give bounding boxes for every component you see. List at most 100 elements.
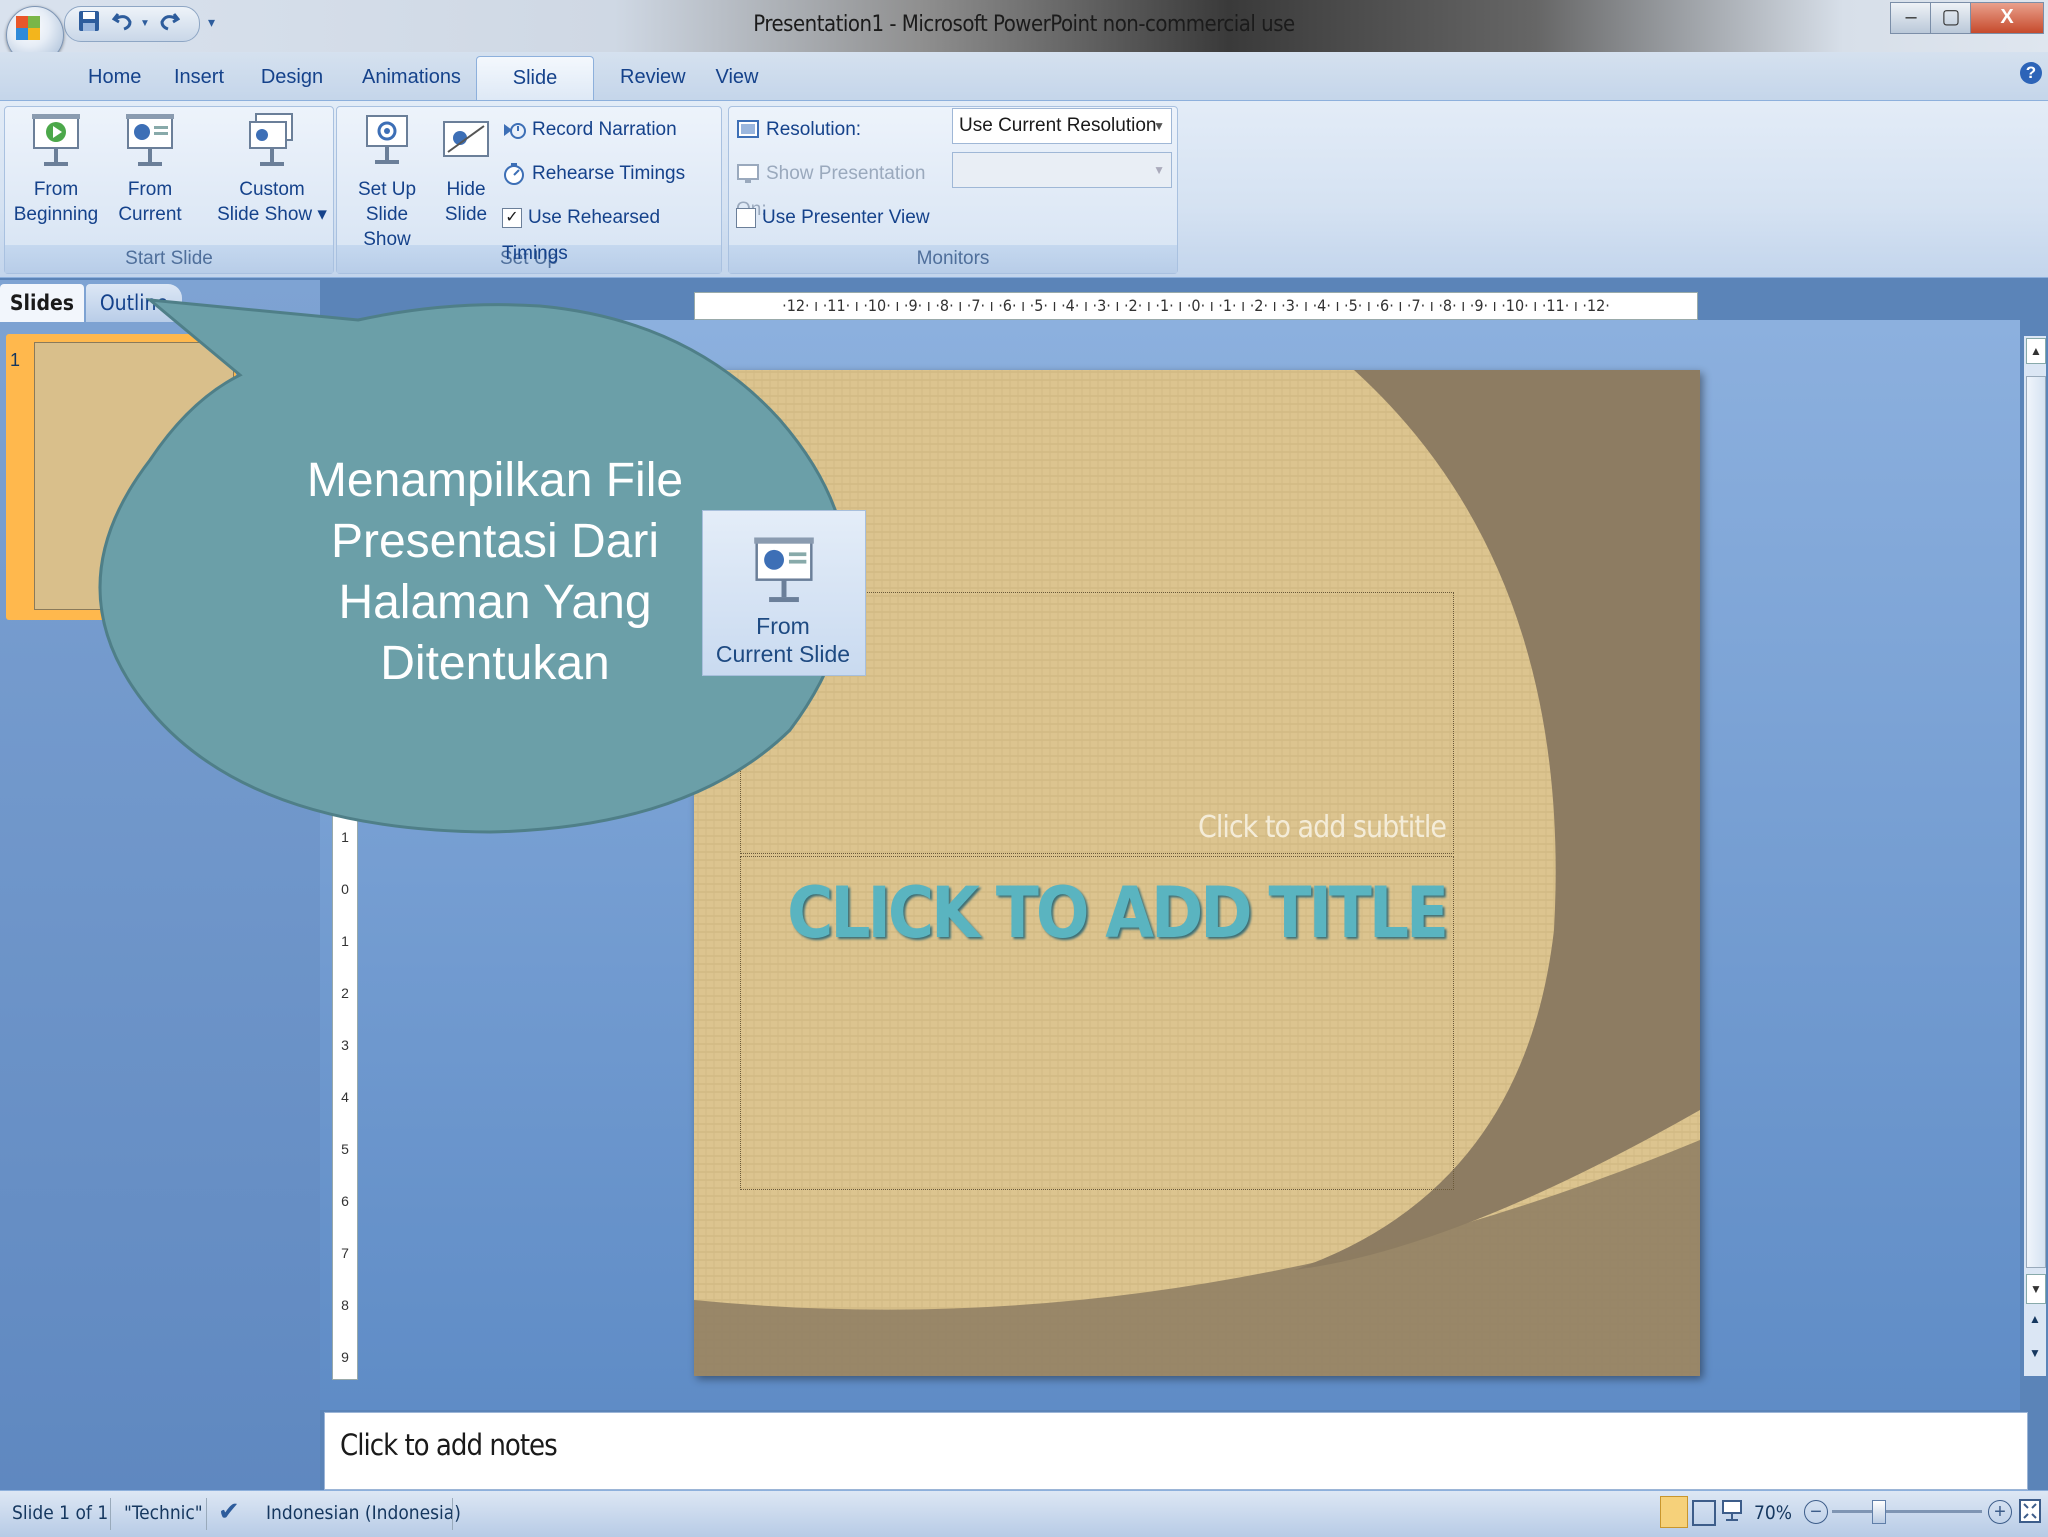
custom-label-2: Slide Show ▾ [217, 204, 327, 225]
slide-sorter-icon[interactable] [1692, 1500, 1716, 1526]
previous-slide-icon[interactable]: ▲ [2026, 1312, 2044, 1334]
v-tick: 8 [341, 1297, 349, 1313]
rehearse-timings-icon [504, 162, 524, 185]
resolution-icon [737, 119, 759, 138]
presenter-view-checkbox[interactable] [736, 207, 756, 228]
tab-home[interactable]: Home [78, 56, 148, 98]
tab-slides[interactable]: Slides [0, 284, 84, 322]
minimize-button[interactable]: – [1890, 2, 1932, 34]
v-tick: 9 [341, 1349, 349, 1365]
from-beginning-label-1: From [33, 179, 79, 200]
normal-view-icon[interactable] [1660, 1496, 1688, 1528]
status-slide-count: Slide 1 of 1 [12, 1502, 109, 1524]
vertical-ruler-ticks: 1 0 1 2 3 4 5 6 7 8 9 [335, 811, 355, 1383]
spelling-check-icon[interactable]: ✔ [218, 1496, 240, 1527]
title-placeholder-text: CLICK TO ADD TITLE [787, 872, 1449, 954]
v-tick: 1 [341, 933, 349, 949]
status-theme: "Technic" [124, 1502, 203, 1524]
tab-view[interactable]: View [704, 56, 770, 98]
custom-show-icon [249, 113, 293, 166]
resolution-dropdown[interactable]: Use Current Resolution ▼ [952, 108, 1172, 144]
v-tick: 2 [341, 985, 349, 1001]
zoom-out-icon[interactable]: − [1804, 1500, 1828, 1524]
customize-qat-icon[interactable]: ▾ [208, 14, 215, 31]
slide-number: 1 [10, 350, 21, 370]
chevron-down-icon: ▼ [1153, 119, 1165, 133]
show-on-label-row: Show Presentation On: [736, 156, 950, 220]
from-beginning-button[interactable]: From Beginning [10, 112, 102, 227]
zoom-slider-thumb[interactable] [1872, 1500, 1886, 1524]
notes-pane[interactable] [324, 1412, 2028, 1490]
tab-review[interactable]: Review [610, 56, 690, 98]
chevron-down-icon: ▼ [1153, 163, 1165, 177]
rehearse-timings-button[interactable]: Rehearse Timings [502, 156, 716, 192]
from-current-label-2: Current [118, 204, 182, 225]
scroll-down-icon[interactable]: ▼ [2026, 1274, 2046, 1304]
v-tick: 4 [341, 1089, 349, 1105]
scroll-thumb[interactable] [2026, 376, 2046, 1268]
hide-label-1: Hide [446, 179, 486, 200]
zoom-slider-track[interactable] [1832, 1510, 1982, 1513]
v-tick: 0 [341, 881, 349, 897]
projector-play-icon [32, 114, 80, 166]
callout-text: Menampilkan File Presentasi Dari Halaman… [306, 454, 684, 690]
use-rehearsed-checkbox[interactable]: ✓ [502, 207, 522, 228]
restore-button[interactable]: ▢ [1930, 2, 1972, 34]
show-on-dropdown[interactable]: ▼ [952, 152, 1172, 188]
use-presenter-view-option[interactable]: Use Presenter View [736, 200, 996, 236]
zoom-in-icon[interactable]: + [1988, 1500, 2012, 1524]
projector-chart-icon [126, 114, 174, 166]
fit-to-window-icon[interactable] [2018, 1498, 2042, 1524]
tab-insert[interactable]: Insert [164, 56, 234, 98]
tab-animations[interactable]: Animations [352, 56, 464, 98]
scroll-up-icon[interactable]: ▲ [2026, 338, 2046, 364]
save-icon[interactable] [78, 10, 100, 32]
undo-dropdown-icon[interactable]: ▼ [140, 18, 150, 29]
custom-label-1: Custom [239, 179, 305, 200]
next-slide-icon[interactable]: ▼ [2026, 1346, 2044, 1368]
tab-design[interactable]: Design [250, 56, 334, 98]
from-current-slide-button[interactable]: From Current [102, 112, 198, 227]
close-button[interactable]: X [1970, 2, 2044, 34]
v-tick: 6 [341, 1193, 349, 1209]
use-rehearsed-timings-option[interactable]: ✓ Use Rehearsed Timings [502, 200, 716, 264]
zoom-label-line-1: From [756, 613, 810, 639]
v-tick: 5 [341, 1141, 349, 1157]
resolution-label: Resolution: [766, 119, 862, 140]
slide-show-view-icon[interactable] [1722, 1500, 1742, 1522]
setup-show-icon [366, 115, 408, 164]
status-divider [206, 1498, 207, 1530]
setup-label-1: Set Up [357, 179, 417, 200]
v-tick: 3 [341, 1037, 349, 1053]
zoom-label-line-2: Current Slide [715, 641, 851, 667]
record-narration-label: Record Narration [532, 119, 677, 140]
from-beginning-label-2: Beginning [13, 204, 99, 225]
help-icon[interactable]: ? [2020, 62, 2042, 84]
hide-slide-icon [443, 121, 489, 157]
record-narration-icon [504, 122, 526, 139]
rehearse-timings-label: Rehearse Timings [532, 163, 686, 184]
tab-slide-show[interactable]: Slide Show [476, 56, 594, 131]
office-logo-icon [16, 16, 40, 40]
status-language[interactable]: Indonesian (Indonesia) [266, 1502, 461, 1524]
custom-slide-show-button[interactable]: Custom Slide Show ▾ [216, 112, 328, 227]
group-label: Start Slide [5, 245, 333, 273]
zoom-level[interactable]: 70% [1754, 1502, 1792, 1524]
undo-icon[interactable] [111, 10, 134, 32]
monitor-icon [737, 163, 759, 183]
hide-label-2: Slide [444, 204, 488, 225]
group-label: Monitors [729, 245, 1177, 273]
projector-chart-icon [754, 537, 814, 603]
status-divider [452, 1498, 453, 1530]
record-narration-button[interactable]: Record Narration [502, 112, 716, 148]
notes-placeholder: Click to add notes [340, 1428, 558, 1462]
redo-icon[interactable] [158, 10, 181, 32]
v-tick: 7 [341, 1245, 349, 1261]
set-up-slide-show-button[interactable]: Set Up Slide Show [340, 112, 434, 252]
setup-label-2: Slide Show [363, 204, 411, 250]
hide-slide-button[interactable]: Hide Slide [436, 112, 496, 227]
resolution-label-row: Resolution: [736, 112, 946, 148]
resolution-value: Use Current Resolution [959, 115, 1157, 136]
presenter-view-label: Use Presenter View [762, 207, 930, 228]
status-divider [110, 1498, 111, 1530]
